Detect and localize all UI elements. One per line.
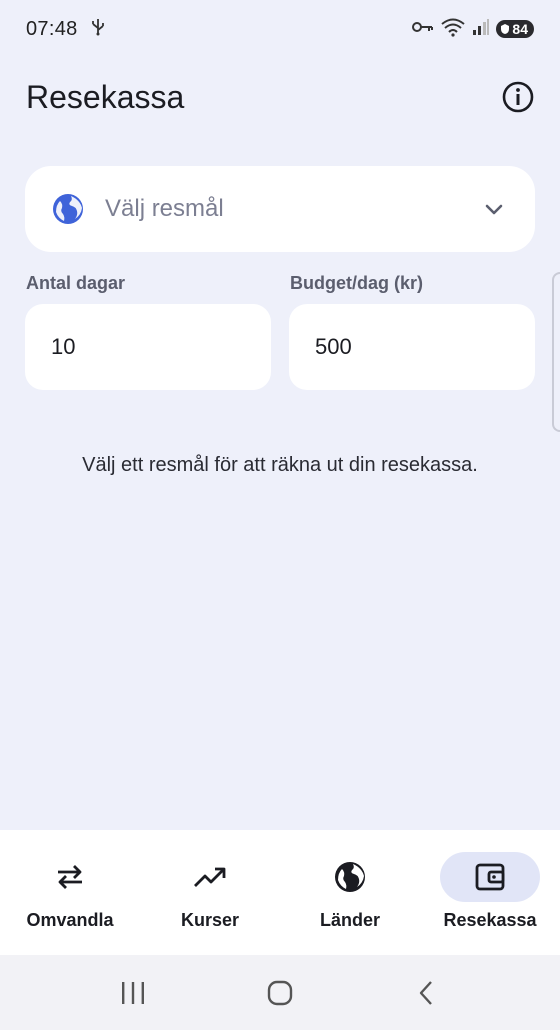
days-input[interactable] — [51, 334, 245, 360]
info-button[interactable] — [500, 79, 536, 115]
budget-field[interactable] — [289, 304, 535, 390]
scroll-handle[interactable] — [552, 272, 560, 432]
budget-input[interactable] — [315, 334, 509, 360]
info-icon — [502, 81, 534, 113]
nav-item-resekassa[interactable]: Resekassa — [420, 830, 560, 955]
status-right: 84 — [412, 17, 534, 42]
battery-icon: 84 — [496, 20, 534, 38]
bottom-navigation: Omvandla Kurser Länder Resekassa — [0, 830, 560, 955]
page-title: Resekassa — [26, 78, 185, 115]
globe-icon — [335, 862, 365, 892]
chevron-down-icon — [485, 204, 503, 215]
usb-icon — [90, 18, 106, 41]
empty-state-hint: Välj ett resmål för att räkna ut din res… — [82, 454, 478, 476]
budget-label: Budget/dag (kr) — [290, 273, 423, 293]
nav-label: Omvandla — [26, 910, 114, 930]
battery-level: 84 — [512, 21, 528, 37]
home-icon — [267, 980, 293, 1005]
nav-label: Resekassa — [443, 910, 537, 930]
system-navigation-bar — [0, 955, 560, 1030]
back-button[interactable] — [407, 973, 447, 1013]
globe-icon — [53, 194, 83, 224]
trending-up-icon — [194, 867, 226, 887]
nav-icon-container — [160, 852, 260, 902]
days-field[interactable] — [25, 304, 271, 390]
nav-icon-container — [440, 852, 540, 902]
status-left: 07:48 — [26, 18, 106, 41]
wallet-icon — [475, 863, 505, 891]
status-bar: 07:48 84 — [0, 0, 560, 58]
nav-item-kurser[interactable]: Kurser — [140, 830, 280, 955]
home-button[interactable] — [260, 973, 300, 1013]
wifi-icon — [440, 17, 466, 42]
nav-label: Länder — [319, 910, 380, 930]
destination-select[interactable]: Välj resmål — [25, 166, 535, 252]
destination-placeholder: Välj resmål — [105, 195, 224, 222]
days-label: Antal dagar — [26, 273, 126, 293]
nav-item-omvandla[interactable]: Omvandla — [0, 830, 140, 955]
swap-arrows-icon — [58, 865, 82, 889]
signal-icon — [472, 18, 490, 41]
app-bar: Resekassa — [0, 68, 560, 126]
nav-item-lander[interactable]: Länder — [280, 830, 420, 955]
back-icon — [419, 980, 432, 1005]
nav-icon-container — [300, 852, 400, 902]
screen: 07:48 84 Resekassa Välj resmål Antal dag… — [0, 0, 560, 1030]
nav-icon-container — [20, 852, 120, 902]
recent-apps-icon — [122, 981, 145, 1004]
nav-label: Kurser — [180, 910, 240, 930]
status-time: 07:48 — [26, 17, 78, 40]
recent-apps-button[interactable] — [113, 973, 153, 1013]
vpn-key-icon — [412, 20, 434, 39]
